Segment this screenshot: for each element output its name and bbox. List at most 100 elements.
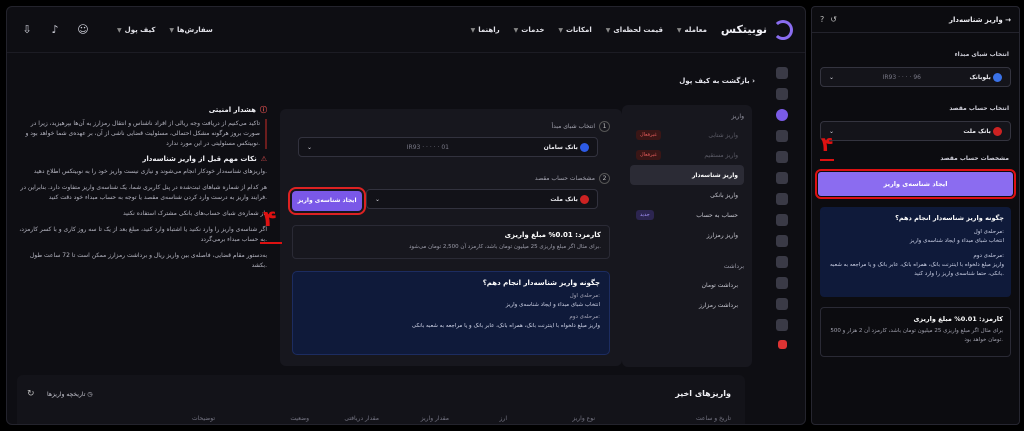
column-header: تاریخ و ساعت [696,415,731,422]
iban-start: IR93 [882,73,897,81]
side-rail [771,67,793,349]
step-number: 1 [599,121,610,132]
users-icon[interactable] [776,319,788,331]
source-bank-name: بلوبانک [969,73,991,81]
history-icon[interactable] [776,130,788,142]
notes-section: هشدار امنیتی ⓘ تاکید می‌کنیم از دریافت وج… [19,105,267,277]
history-icon[interactable]: ↺ [830,15,837,24]
refresh-icon[interactable]: ↻ [27,389,35,399]
alert-icon: ⓘ [260,106,267,114]
source-label: انتخاب شبای مبداء [954,51,1009,58]
logout-icon[interactable] [777,340,787,349]
annotation-underline [260,242,282,244]
dest-info-label: مشخصات حساب مقصد [940,155,1009,162]
chevron-right-icon: › [752,77,755,85]
menu-item-label: برداشت تومان [701,281,738,289]
logo[interactable]: نوبیتکس [721,19,793,40]
panel-dest-bank: بانک ملت [963,126,1002,136]
main-nav: ▼ راهنما ▼ خدمات ▼ امکانات ▼ قیمت لحظه‌ای ▼ م… [471,26,707,34]
panel-howto: چگونه واریز شناسه‌دار انجام دهم؟ مرحله‌ی… [820,207,1011,297]
column-header: نوع واریز [572,415,595,422]
chevron-down-icon: ⌄ [829,73,835,81]
security-title-text: هشدار امنیتی [208,106,256,114]
panel-dest-select[interactable]: ⌄ بانک ملت [820,121,1011,141]
new-badge: جدید [636,210,654,220]
top-icons: ⇩ ♪ ☺ [21,23,89,36]
warning-icon: ⚠ [260,155,267,163]
iban-end: 96 [913,73,921,81]
market-icon[interactable] [776,172,788,184]
nav-features[interactable]: ▼ امکانات [558,26,591,34]
menu-item-crypto[interactable]: واریز رمزارز [630,225,744,245]
download-icon[interactable]: ⇩ [21,23,33,36]
menu-orders[interactable]: ▼ سفارش‌ها [169,26,212,34]
panel-fee: کارمزد: 0.01% مبلغ واریزی برای مثال اگر … [820,307,1011,357]
step-label: انتخاب شبای مبدأ [551,123,595,130]
howto-step2-label: مرحله‌ی دوم: [569,314,600,320]
crown-icon[interactable] [776,235,788,247]
column-header: وضعیت [290,415,309,422]
menu-item-label: حساب به حساب [696,211,738,219]
column-header: توضیحات [191,415,215,422]
dashboard-icon[interactable] [776,67,788,79]
breadcrumb[interactable]: بازگشت به کیف پول › [679,77,755,85]
card-icon[interactable] [776,256,788,268]
chevron-down-icon: ▼ [117,26,122,34]
dest-label: انتخاب حساب مقصد [949,105,1009,112]
nav-trade[interactable]: ▼ معامله [677,26,707,34]
nav-prices[interactable]: ▼ قیمت لحظه‌ای [606,26,663,34]
howto-step1: انتخاب شبای مبداء و ایجاد شناسه‌ی واریز [505,302,600,308]
howto-box: چگونه واریز شناسه‌دار انجام دهم؟ مرحله‌ی… [292,271,610,355]
tips-title: نکات مهم قبل از واریز شناسه‌دار ⚠ [19,155,267,163]
shield-icon[interactable] [776,277,788,289]
annotation-underline [820,159,834,161]
bank-mellat-icon [993,126,1002,136]
menu-item-withdraw-toman[interactable]: برداشت تومان [630,275,744,295]
panel-title-text: واریز شناسه‌دار [948,15,1003,24]
menu-wallet[interactable]: ▼ کیف پول [117,26,155,34]
gift-icon[interactable] [776,214,788,226]
top-bar: ⇩ ♪ ☺ ▼ کیف پول ▼ سفارش‌ها ▼ راهنما ▼ خدمات … [7,7,805,53]
history-label: تاریخچه واریزها [47,391,86,398]
annotation-number: ۴ [821,132,834,156]
panel-icons: ? ↺ [820,15,837,24]
chevron-down-icon: ▼ [605,26,611,34]
howto-step1-label: مرحله‌ی اول: [569,293,600,299]
orders-icon[interactable] [776,151,788,163]
wallet-icon[interactable] [776,88,788,100]
panel-step2: واریز مبلغ دلخواه با اینترنت بانک، همراه… [829,262,1004,277]
settings-icon[interactable] [776,193,788,205]
history-link[interactable]: تاریخچه واریزها ◷ [47,391,93,398]
panel-create-button[interactable]: ایجاد شناسه‌ی واریز [815,169,1016,199]
annotation-number: ۴ [263,207,277,232]
dest-bank: بانک ملت [550,194,589,204]
menu-item-label: واریز مستقیم [704,151,738,159]
menu-item-label: واریز شتابی [708,131,738,139]
arrow-right-icon[interactable]: → [1005,16,1011,24]
bell-icon[interactable]: ♪ [49,23,61,36]
step-number: 2 [599,173,610,184]
create-deposit-id-button[interactable]: ایجاد شناسه‌ی واریز [288,187,366,215]
menu-item-shetabi[interactable]: غیرفعال واریز شتابی [630,125,744,145]
panel-howto-title: چگونه واریز شناسه‌دار انجام دهم؟ [895,214,1004,222]
user-icon[interactable]: ☺ [77,23,89,36]
help-icon[interactable]: ? [820,15,824,24]
panel-source-select[interactable]: ⌄ IR93 · · · · 96 بلوبانک [820,67,1011,87]
mail-icon[interactable] [776,298,788,310]
account-menu: ▼ کیف پول ▼ سفارش‌ها [117,26,213,34]
menu-item-bank[interactable]: واریز بانکی [630,185,744,205]
menu-item-account-transfer[interactable]: جدید حساب به حساب [630,205,744,225]
menu-item-direct[interactable]: غیرفعال واریز مستقیم [630,145,744,165]
nav-guide[interactable]: ▼ راهنما [471,26,500,34]
deposit-icon[interactable] [776,109,788,121]
recent-deposits: واریزهای اخیر تاریخچه واریزها ◷ ↻ تاریخ … [17,375,745,424]
withdraw-title: برداشت [723,263,744,270]
menu-item-withdraw-crypto[interactable]: برداشت رمزارز [630,295,744,315]
menu-item-id-deposit[interactable]: واریز شناسه‌دار [630,165,744,185]
tip-item: اگر شناسه‌ی واریز را وارد نکنید یا اشتبا… [19,226,267,243]
nav-services[interactable]: ▼ خدمات [514,26,545,34]
menu-item-label: واریز رمزارز [706,231,738,239]
source-iban-select[interactable]: ⌄ IR93 · · · · · 01 بانک سامان [298,137,598,157]
main-window: ⇩ ♪ ☺ ▼ کیف پول ▼ سفارش‌ها ▼ راهنما ▼ خدمات … [6,6,806,425]
dest-account-select[interactable]: ⌄ بانک ملت [366,189,598,209]
